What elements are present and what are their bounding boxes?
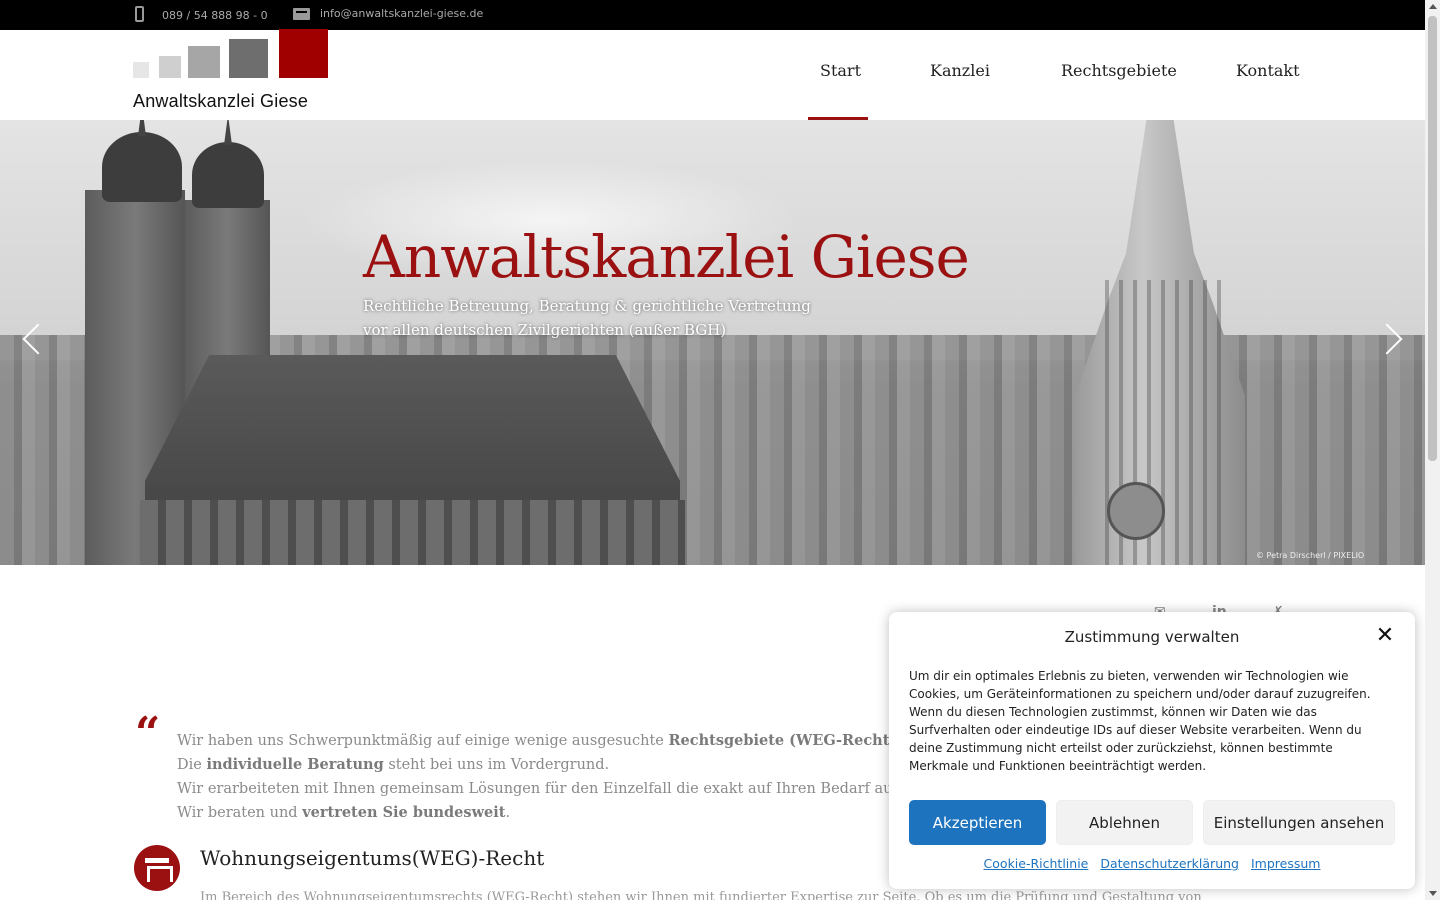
intro-text: Wir haben uns Schwerpunktmäßig auf einig… bbox=[177, 729, 996, 825]
scroll-thumb[interactable] bbox=[1428, 16, 1437, 461]
scroll-down-arrow[interactable] bbox=[1429, 891, 1437, 896]
privacy-policy-link[interactable]: Datenschutzerklärung bbox=[1100, 856, 1239, 871]
building-icon bbox=[134, 845, 180, 891]
hero-slider: Anwaltskanzlei Giese Rechtliche Betreuun… bbox=[0, 120, 1425, 565]
deny-button[interactable]: Ablehnen bbox=[1056, 800, 1193, 845]
church-dome-right bbox=[192, 142, 264, 208]
cookie-policy-link[interactable]: Cookie-Richtlinie bbox=[984, 856, 1089, 871]
consent-text: Um dir ein optimales Erlebnis zu bieten,… bbox=[909, 669, 1371, 773]
nav-item-start[interactable]: Start bbox=[820, 61, 861, 80]
phone-contact[interactable]: 089 / 54 888 98 - 0 bbox=[135, 6, 268, 23]
logo-square-4 bbox=[229, 39, 268, 78]
intro-line-1-text: Wir haben uns Schwerpunktmäßig auf einig… bbox=[177, 733, 669, 749]
intro-line-2-bold: individuelle Beratung bbox=[206, 756, 384, 773]
intro-line-2-text: Die bbox=[177, 757, 207, 773]
consent-links: Cookie-Richtlinie Datenschutzerklärung I… bbox=[889, 856, 1415, 871]
section-text: Im Bereich des Wohnungseigentumsrechts (… bbox=[200, 890, 1202, 900]
intro-line-3: Wir erarbeiteten mit Ihnen gemeinsam Lös… bbox=[177, 781, 962, 797]
hero-title: Anwaltskanzlei Giese bbox=[363, 223, 970, 291]
church-nave bbox=[140, 500, 685, 565]
close-icon[interactable]: ✕ bbox=[1375, 625, 1395, 647]
logo-text: Anwaltskanzlei Giese bbox=[133, 91, 309, 111]
nav-item-rechtsgebiete[interactable]: Rechtsgebiete bbox=[1061, 61, 1177, 80]
phone-number: 089 / 54 888 98 - 0 bbox=[162, 8, 268, 22]
logo-square-2 bbox=[159, 56, 181, 78]
page: 089 / 54 888 98 - 0 info@anwaltskanzlei-… bbox=[0, 0, 1425, 900]
imprint-link[interactable]: Impressum bbox=[1251, 856, 1320, 871]
logo-square-1 bbox=[133, 62, 149, 78]
quote-mark: “ bbox=[135, 708, 161, 759]
consent-dialog: Zustimmung verwalten ✕ Um dir ein optima… bbox=[889, 612, 1415, 889]
top-contact-bar: 089 / 54 888 98 - 0 info@anwaltskanzlei-… bbox=[0, 0, 1425, 30]
nav-item-kontakt[interactable]: Kontakt bbox=[1236, 61, 1300, 80]
church-spire-right bbox=[224, 120, 232, 145]
section-title: Wohnungseigentums(WEG)-Recht bbox=[200, 846, 545, 870]
church-dome-left bbox=[102, 132, 182, 202]
hero-subtitle-line1: Rechtliche Betreuung, Beratung & gericht… bbox=[363, 297, 811, 315]
intro-line-4-bold: vertreten Sie bundesweit bbox=[302, 804, 506, 821]
image-copyright: © Petra Dirscherl / PIXELIO bbox=[1256, 551, 1365, 560]
scroll-up-arrow[interactable] bbox=[1429, 4, 1437, 9]
site-header: Anwaltskanzlei Giese Start Kanzlei Recht… bbox=[0, 29, 1425, 120]
hero-subtitle-line2: vor allen deutschen Zivilgerichten (auße… bbox=[363, 321, 727, 339]
hero-subtitle: Rechtliche Betreuung, Beratung & gericht… bbox=[363, 294, 811, 342]
intro-line-4-text: Wir beraten und bbox=[177, 805, 303, 821]
intro-line-2-tail: steht bei uns im Vordergrund. bbox=[383, 757, 610, 773]
phone-icon bbox=[135, 6, 144, 22]
consent-title: Zustimmung verwalten bbox=[1064, 628, 1240, 646]
email-address: info@anwaltskanzlei-giese.de bbox=[320, 7, 484, 20]
intro-line-2: Die individuelle Beratung steht bei uns … bbox=[177, 753, 996, 777]
settings-button[interactable]: Einstellungen ansehen bbox=[1203, 800, 1395, 845]
intro-line-4: Wir beraten und vertreten Sie bundesweit… bbox=[177, 801, 996, 825]
church-spire-left bbox=[138, 120, 146, 136]
accept-button[interactable]: Akzeptieren bbox=[909, 800, 1046, 845]
intro-line-1: Wir haben uns Schwerpunktmäßig auf einig… bbox=[177, 729, 996, 753]
logo-square-5 bbox=[279, 29, 328, 78]
nav-item-kanzlei[interactable]: Kanzlei bbox=[930, 61, 990, 80]
envelope-icon bbox=[293, 7, 310, 20]
logo-square-3 bbox=[188, 46, 220, 78]
logo[interactable]: Anwaltskanzlei Giese bbox=[133, 29, 333, 111]
vertical-scrollbar[interactable] bbox=[1425, 0, 1440, 900]
intro-line-4-tail: . bbox=[505, 805, 511, 821]
clock-face bbox=[1107, 482, 1165, 540]
email-contact[interactable]: info@anwaltskanzlei-giese.de bbox=[293, 7, 483, 20]
